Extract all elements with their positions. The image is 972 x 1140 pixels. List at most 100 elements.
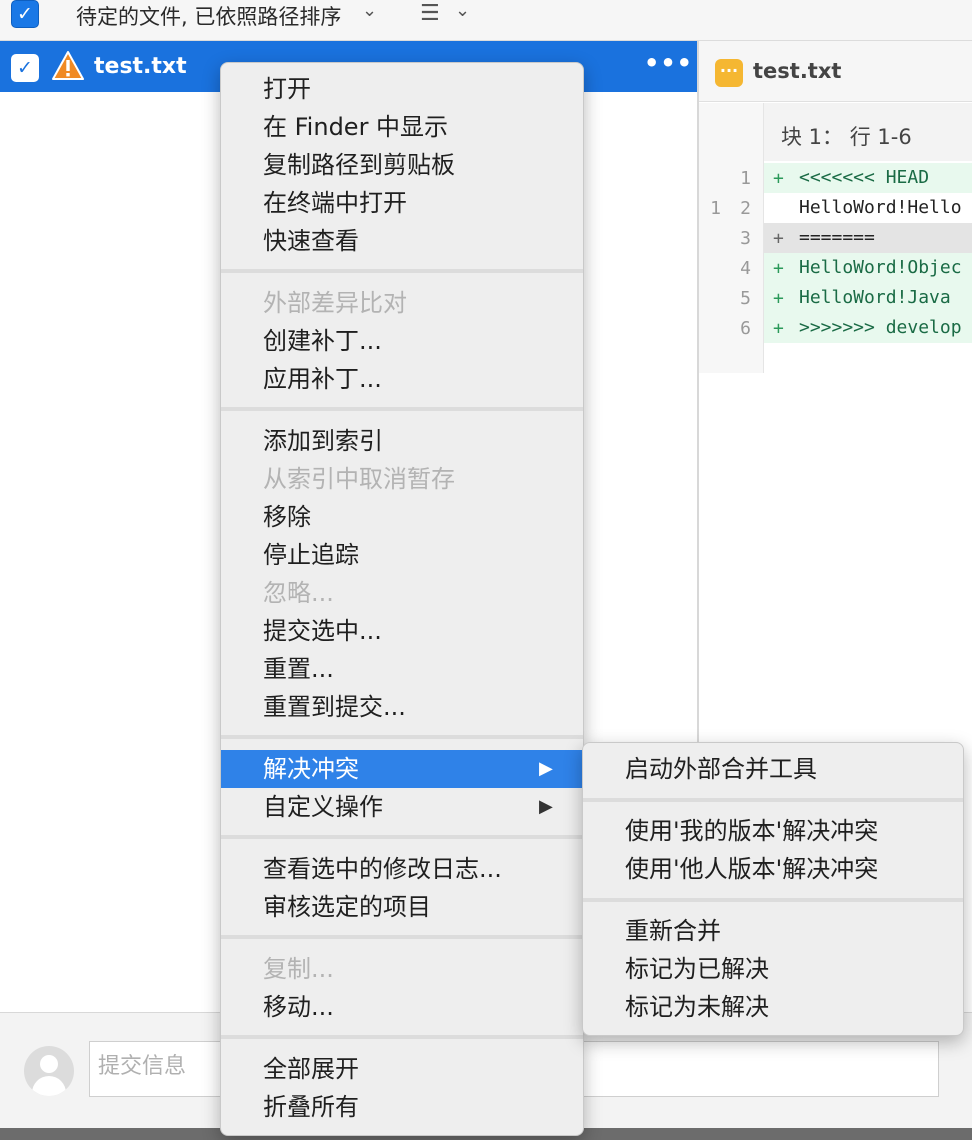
menu-item-show-in-finder[interactable]: 在 Finder 中显示 (221, 108, 583, 146)
diff-header: ··· test.txt (699, 41, 972, 102)
menu-item-open-in-terminal[interactable]: 在终端中打开 (221, 184, 583, 222)
menu-item-add-to-index[interactable]: 添加到索引 (221, 422, 583, 460)
new-line-number: 2 (740, 198, 751, 219)
menu-item-label: 查看选中的修改日志... (263, 855, 502, 883)
menu-item-label: 移动... (263, 993, 334, 1021)
menu-item-remove[interactable]: 移除 (221, 498, 583, 536)
chevron-down-icon[interactable]: ⌄ (362, 0, 377, 21)
menu-item-label: 从索引中取消暂存 (263, 465, 455, 493)
diff-marker: + (773, 258, 784, 279)
old-line-number: 1 (710, 198, 721, 219)
diff-line: 3 + ======= (699, 223, 972, 253)
menu-item-label: 重置... (263, 655, 334, 683)
menu-item-reset-to-commit[interactable]: 重置到提交... (221, 688, 583, 726)
menu-item-move[interactable]: 移动... (221, 988, 583, 1026)
menu-item-label: 忽略... (263, 579, 334, 607)
menu-item-collapse-all[interactable]: 折叠所有 (221, 1088, 583, 1126)
submenu-arrow-icon: ▶ (539, 758, 553, 779)
menu-item-stop-tracking[interactable]: 停止追踪 (221, 536, 583, 574)
menu-item-label: 停止追踪 (263, 541, 359, 569)
menu-item-open[interactable]: 打开 (221, 70, 583, 108)
menu-item-copy-path[interactable]: 复制路径到剪贴板 (221, 146, 583, 184)
menu-separator (221, 1035, 583, 1039)
filter-sort-dropdown[interactable]: 待定的文件, 已依照路径排序 (76, 1, 341, 31)
menu-item-resolve-theirs[interactable]: 使用'他人版本'解决冲突 (583, 850, 963, 888)
menu-item-label: 外部差异比对 (263, 289, 407, 317)
menu-item-label: 应用补丁... (263, 365, 382, 393)
diff-line-text: HelloWord!Hello (799, 197, 962, 218)
diff-line: 6 + >>>>>>> develop (699, 313, 972, 343)
menu-separator (221, 735, 583, 739)
new-line-number: 5 (740, 288, 751, 309)
menu-item-label: 移除 (263, 503, 311, 531)
diff-file-name: test.txt (753, 59, 842, 83)
menu-item-reset[interactable]: 重置... (221, 650, 583, 688)
diff-line: 5 + HelloWord!Java (699, 283, 972, 313)
menu-item-custom-actions[interactable]: 自定义操作 ▶ (221, 788, 583, 826)
diff-line-text: <<<<<<< HEAD (799, 167, 930, 188)
list-view-icon[interactable]: ☰ (420, 1, 440, 26)
menu-item-create-patch[interactable]: 创建补丁... (221, 322, 583, 360)
menu-item-apply-patch[interactable]: 应用补丁... (221, 360, 583, 398)
menu-item-commit-selected[interactable]: 提交选中... (221, 612, 583, 650)
new-line-number: 1 (740, 168, 751, 189)
menu-item-copy: 复制... (221, 950, 583, 988)
menu-item-label: 折叠所有 (263, 1093, 359, 1121)
menu-separator (221, 935, 583, 939)
new-line-number: 6 (740, 318, 751, 339)
menu-item-label: 在 Finder 中显示 (263, 113, 449, 141)
menu-item-label: 创建补丁... (263, 327, 382, 355)
menu-item-label: 快速查看 (263, 227, 359, 255)
menu-item-label: 打开 (263, 75, 311, 103)
menu-item-label: 重新合并 (625, 917, 721, 945)
file-name: test.txt (94, 54, 187, 79)
hunk-title: 块 1： 行 1-6 (781, 125, 912, 149)
diff-marker: + (773, 288, 784, 309)
menu-separator (221, 269, 583, 273)
menu-item-launch-merge-tool[interactable]: 启动外部合并工具 (583, 750, 963, 788)
diff-line-text: HelloWord!Java (799, 287, 951, 308)
diff-marker: + (773, 228, 784, 249)
submenu-arrow-icon: ▶ (539, 796, 553, 817)
menu-item-mark-unresolved[interactable]: 标记为未解决 (583, 988, 963, 1026)
menu-item-review-selected[interactable]: 审核选定的项目 (221, 888, 583, 926)
warning-icon (52, 51, 84, 80)
menu-item-external-diff: 外部差异比对 (221, 284, 583, 322)
menu-item-re-merge[interactable]: 重新合并 (583, 912, 963, 950)
menu-item-ignore: 忽略... (221, 574, 583, 612)
menu-item-resolve-conflicts[interactable]: 解决冲突 ▶ (221, 750, 583, 788)
menu-item-view-log[interactable]: 查看选中的修改日志... (221, 850, 583, 888)
menu-item-label: 复制路径到剪贴板 (263, 151, 455, 179)
menu-item-unstage: 从索引中取消暂存 (221, 460, 583, 498)
diff-marker: + (773, 318, 784, 339)
menu-item-label: 复制... (263, 955, 334, 983)
menu-item-label: 全部展开 (263, 1055, 359, 1083)
chevron-down-icon[interactable]: ⌄ (455, 0, 470, 21)
select-all-checkbox[interactable]: ✓ (11, 0, 39, 28)
menu-separator (583, 898, 963, 902)
menu-separator (221, 407, 583, 411)
toolbar: ✓ 待定的文件, 已依照路径排序 ⌄ ☰ ⌄ (0, 0, 972, 41)
menu-item-expand-all[interactable]: 全部展开 (221, 1050, 583, 1088)
more-options-icon[interactable]: ••• (644, 49, 693, 77)
menu-item-label: 提交选中... (263, 617, 382, 645)
diff-line-text: HelloWord!Objec (799, 257, 962, 278)
menu-item-label: 标记为已解决 (625, 955, 769, 983)
menu-item-label: 启动外部合并工具 (625, 755, 817, 783)
menu-item-label: 重置到提交... (263, 693, 406, 721)
text-file-icon: ··· (715, 59, 743, 87)
diff-marker: + (773, 168, 784, 189)
menu-item-label: 标记为未解决 (625, 993, 769, 1021)
new-line-number: 4 (740, 258, 751, 279)
diff-line-text: >>>>>>> develop (799, 317, 962, 338)
menu-item-resolve-mine[interactable]: 使用'我的版本'解决冲突 (583, 812, 963, 850)
menu-item-label: 使用'我的版本'解决冲突 (625, 817, 879, 845)
menu-item-mark-resolved[interactable]: 标记为已解决 (583, 950, 963, 988)
new-line-number: 3 (740, 228, 751, 249)
resolve-conflicts-submenu: 启动外部合并工具 使用'我的版本'解决冲突 使用'他人版本'解决冲突 重新合并 … (582, 742, 964, 1036)
diff-line-text: ======= (799, 227, 875, 248)
file-checkbox[interactable]: ✓ (11, 54, 39, 82)
menu-item-label: 自定义操作 (263, 793, 383, 821)
menu-item-quick-look[interactable]: 快速查看 (221, 222, 583, 260)
diff-lines: 1 + <<<<<<< HEAD 1 2 HelloWord!Hello 3 +… (699, 163, 972, 343)
